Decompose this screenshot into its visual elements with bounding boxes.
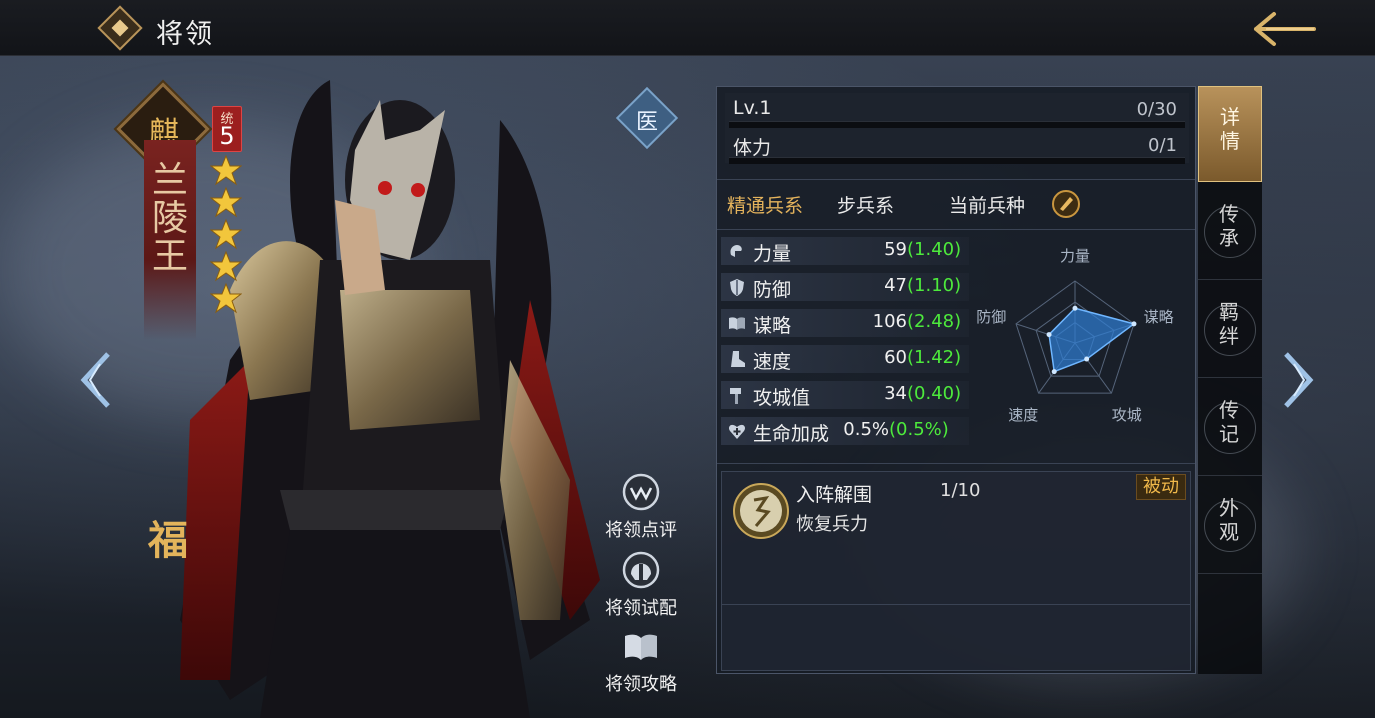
divider	[717, 229, 1195, 230]
current-troop-label: 当前兵种	[949, 195, 1026, 217]
star-icon	[210, 154, 242, 186]
tab-label: 详情	[1220, 105, 1240, 153]
radar-point	[1131, 321, 1137, 327]
radar-point	[1046, 332, 1052, 338]
stat-value: 47	[884, 275, 907, 296]
rarity-mark: 福	[148, 517, 188, 564]
radar-axis-label: 力量	[1060, 247, 1090, 265]
stat-name: 速度	[753, 351, 792, 373]
skill-icon[interactable]	[732, 482, 790, 540]
medic-label[interactable]: 医	[625, 104, 669, 136]
detail-tabs: 详情 传承 羁绊 传记 外观	[1198, 86, 1262, 674]
level-progress-bar	[729, 121, 1185, 128]
radar-axis-label: 防御	[976, 308, 1006, 326]
stat-name: 防御	[753, 279, 792, 301]
book-icon	[625, 634, 657, 660]
stat-value: 0.5%	[843, 419, 889, 440]
attribute-radar-chart: 力量谋略攻城 速度 防御	[976, 247, 1174, 424]
fist-icon	[730, 245, 742, 257]
action-label: 将领试配	[605, 598, 677, 619]
comment-icon	[622, 473, 660, 511]
skill-level: 1/10	[940, 480, 981, 501]
tab-label: 传承	[1219, 202, 1239, 250]
helmet-icon	[622, 551, 660, 589]
shield-icon	[730, 279, 744, 296]
star-icon	[210, 250, 242, 282]
stat-row: 速度 60 (1.42)	[721, 345, 969, 373]
stat-name: 攻城值	[753, 387, 811, 409]
tab-label: 羁绊	[1219, 300, 1239, 348]
troop-mastery-row: 精通兵系 步兵系 当前兵种	[725, 187, 1189, 223]
star-icon	[210, 282, 242, 314]
book-icon	[729, 317, 745, 330]
title-emblem-icon	[97, 5, 143, 51]
divider	[722, 604, 1190, 605]
level-stamina-box: Lv.1 0/30 体力 0/1	[725, 93, 1189, 164]
stamina-value: 0/1	[1148, 135, 1177, 156]
radar-axis-label: 谋略	[1144, 308, 1174, 326]
skill-panel[interactable]: 入阵解围 1/10 恢复兵力 被动	[721, 471, 1191, 671]
stat-value: 106	[872, 311, 907, 332]
skill-name: 入阵解围	[796, 484, 873, 506]
tab-inheritance[interactable]: 传承	[1198, 184, 1262, 280]
next-hero-arrow-icon[interactable]	[1282, 350, 1316, 410]
radar-axis-label: 速度	[1008, 406, 1038, 424]
star-icon	[210, 186, 242, 218]
boot-icon	[731, 351, 745, 367]
stat-row: 力量 59 (1.40)	[721, 237, 969, 265]
skill-description: 恢复兵力	[796, 514, 868, 535]
heart-cross-icon	[728, 424, 746, 439]
radar-axis-label: 攻城	[1112, 406, 1142, 424]
stat-name: 生命加成	[753, 423, 830, 445]
stat-row: 防御 47 (1.10)	[721, 273, 969, 301]
page-title: 将领	[156, 19, 214, 50]
mastery-value: 步兵系	[837, 195, 895, 217]
previous-hero-arrow-icon[interactable]	[78, 350, 112, 410]
back-arrow-icon[interactable]	[1252, 8, 1318, 50]
star-icon	[210, 218, 242, 250]
mastery-title: 精通兵系	[727, 195, 804, 217]
tab-bonds[interactable]: 羁绊	[1198, 282, 1262, 378]
troop-type-icon[interactable]	[1051, 189, 1081, 219]
stat-name: 谋略	[753, 315, 792, 337]
top-bar: 将领	[0, 0, 1375, 56]
divider	[717, 463, 1195, 464]
stat-value: 59	[884, 239, 907, 260]
hero-review-button[interactable]: 将领点评	[596, 472, 686, 542]
stat-row: 攻城值 34 (0.40)	[721, 381, 969, 409]
radar-point	[1072, 305, 1078, 311]
hero-name: 兰陵王	[151, 160, 188, 277]
stat-name: 力量	[753, 243, 792, 265]
radar-point	[1051, 369, 1057, 375]
tab-details[interactable]: 详情	[1198, 86, 1262, 182]
stat-value: 34	[884, 383, 907, 404]
stamina-label: 体力	[733, 137, 772, 159]
radar-point	[1084, 356, 1090, 362]
stat-value: 60	[884, 347, 907, 368]
hero-detail-panel: Lv.1 0/30 体力 0/1 精通兵系 步兵系 当前兵种 力量 59 (1.…	[716, 86, 1196, 674]
stamina-progress-bar	[729, 157, 1185, 164]
skill-type-badge: 被动	[1136, 474, 1186, 500]
action-label: 将领点评	[605, 520, 677, 541]
action-label: 将领攻略	[605, 674, 677, 695]
level-value: 0/30	[1136, 99, 1177, 120]
hero-guide-button[interactable]: 将领攻略	[596, 626, 686, 696]
hammer-icon	[730, 388, 741, 404]
command-value: 5	[219, 122, 235, 150]
tab-label: 传记	[1219, 398, 1239, 446]
level-label: Lv.1	[733, 97, 772, 119]
stat-row: 谋略 106 (2.48)	[721, 309, 969, 337]
tab-label: 外观	[1219, 496, 1239, 544]
tab-appearance[interactable]: 外观	[1198, 478, 1262, 574]
stat-row: 生命加成 0.5% (0.5%)	[721, 417, 969, 445]
tab-biography[interactable]: 传记	[1198, 380, 1262, 476]
divider	[717, 179, 1195, 180]
hero-trial-button[interactable]: 将领试配	[596, 550, 686, 620]
